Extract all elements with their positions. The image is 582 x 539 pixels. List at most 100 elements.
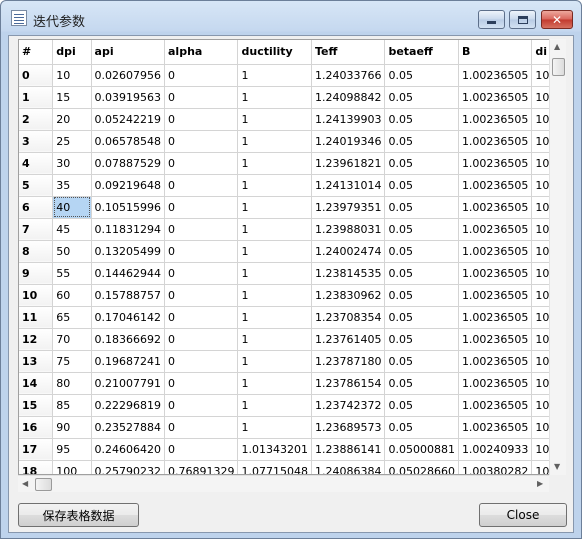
column-header-0[interactable]: # bbox=[19, 40, 54, 65]
row-header[interactable]: 4 bbox=[19, 152, 54, 175]
table-cell[interactable]: 1 bbox=[237, 218, 312, 241]
table-cell[interactable]: 1.24019346 bbox=[311, 130, 386, 153]
table-cell[interactable]: 75 bbox=[52, 350, 92, 373]
column-header-3[interactable]: alpha bbox=[164, 40, 239, 65]
scroll-down-icon[interactable]: ▼ bbox=[554, 463, 560, 471]
maximize-button[interactable] bbox=[509, 10, 536, 29]
row-header[interactable]: 6 bbox=[19, 196, 54, 219]
table-cell[interactable]: 1.00240933 bbox=[458, 438, 533, 461]
table-cell[interactable]: 1.23830962 bbox=[311, 284, 386, 307]
table-cell[interactable]: 0.09219648 bbox=[91, 174, 166, 197]
row-header[interactable]: 13 bbox=[19, 350, 54, 373]
table-cell[interactable]: 0 bbox=[164, 218, 239, 241]
table-cell[interactable]: 1.00236505 bbox=[458, 328, 533, 351]
table-cell[interactable]: 1 bbox=[237, 350, 312, 373]
row-header[interactable]: 12 bbox=[19, 328, 54, 351]
row-header[interactable]: 5 bbox=[19, 174, 54, 197]
table-cell[interactable]: 1.00236505 bbox=[458, 262, 533, 285]
row-header[interactable]: 18 bbox=[19, 460, 54, 474]
table-cell[interactable]: 1.00236505 bbox=[458, 86, 533, 109]
table-cell[interactable]: 1 bbox=[237, 152, 312, 175]
table-cell[interactable]: 95 bbox=[52, 438, 92, 461]
table-cell[interactable]: 0.05000881 bbox=[384, 438, 459, 461]
table-cell[interactable]: 0.02607956 bbox=[91, 64, 166, 87]
row-header[interactable]: 15 bbox=[19, 394, 54, 417]
table-cell[interactable]: 1 bbox=[237, 306, 312, 329]
table-cell[interactable]: 0 bbox=[164, 394, 239, 417]
table-cell[interactable]: 0.05 bbox=[384, 416, 459, 439]
table-cell[interactable]: 1.24033766 bbox=[311, 64, 386, 87]
table-cell[interactable]: 60 bbox=[52, 284, 92, 307]
table-cell[interactable]: 1.00236505 bbox=[458, 64, 533, 87]
table-cell[interactable]: 0 bbox=[164, 108, 239, 131]
table-cell[interactable]: 1.23787180 bbox=[311, 350, 386, 373]
save-table-button[interactable]: 保存表格数据 bbox=[18, 503, 139, 527]
table-cell[interactable]: 0.21007791 bbox=[91, 372, 166, 395]
table-cell[interactable]: 85 bbox=[52, 394, 92, 417]
row-header[interactable]: 11 bbox=[19, 306, 54, 329]
column-header-5[interactable]: Teff bbox=[311, 40, 386, 65]
row-header[interactable]: 1 bbox=[19, 86, 54, 109]
table-cell[interactable]: 1.00236505 bbox=[458, 350, 533, 373]
table-cell[interactable]: 50 bbox=[52, 240, 92, 263]
table-cell[interactable]: 1 bbox=[237, 372, 312, 395]
table-cell[interactable]: 1.24002474 bbox=[311, 240, 386, 263]
table-cell[interactable]: 1.01343201 bbox=[237, 438, 312, 461]
table-cell[interactable]: 1.07715048 bbox=[237, 460, 312, 474]
row-header[interactable]: 16 bbox=[19, 416, 54, 439]
table-cell[interactable]: 0 bbox=[164, 306, 239, 329]
table-cell[interactable]: 0 bbox=[164, 152, 239, 175]
table-cell[interactable]: 0 bbox=[164, 416, 239, 439]
table-cell[interactable]: 10 bbox=[52, 64, 92, 87]
table-cell[interactable]: 55 bbox=[52, 262, 92, 285]
table-cell[interactable]: 0 bbox=[164, 86, 239, 109]
table-cell[interactable]: 1.00236505 bbox=[458, 196, 533, 219]
table-cell[interactable]: 1.23786154 bbox=[311, 372, 386, 395]
table-cell[interactable]: 25 bbox=[52, 130, 92, 153]
row-header[interactable]: 14 bbox=[19, 372, 54, 395]
horizontal-scroll-thumb[interactable] bbox=[35, 478, 52, 491]
table-cell[interactable]: 1.00236505 bbox=[458, 284, 533, 307]
table-cell[interactable]: 1.00236505 bbox=[458, 174, 533, 197]
table-cell[interactable]: 0.19687241 bbox=[91, 350, 166, 373]
table-cell[interactable]: 0.14462944 bbox=[91, 262, 166, 285]
row-header[interactable]: 9 bbox=[19, 262, 54, 285]
table-cell[interactable]: 0.05 bbox=[384, 306, 459, 329]
table-cell[interactable]: 0.05 bbox=[384, 196, 459, 219]
table-cell[interactable]: 0 bbox=[164, 372, 239, 395]
vertical-scroll-thumb[interactable] bbox=[552, 58, 565, 76]
table-cell[interactable]: 0.05 bbox=[384, 64, 459, 87]
column-header-1[interactable]: dpi bbox=[52, 40, 92, 65]
table-cell[interactable]: 1.00236505 bbox=[458, 394, 533, 417]
table-cell[interactable]: 0.05 bbox=[384, 372, 459, 395]
table-cell[interactable]: 1 bbox=[237, 86, 312, 109]
table-cell[interactable]: 0.10515996 bbox=[91, 196, 166, 219]
table-cell[interactable]: 1.23961821 bbox=[311, 152, 386, 175]
table-cell[interactable]: 1.00236505 bbox=[458, 416, 533, 439]
table-cell[interactable]: 1 bbox=[237, 196, 312, 219]
table-cell[interactable]: 0 bbox=[164, 262, 239, 285]
table-cell[interactable]: 0.15788757 bbox=[91, 284, 166, 307]
table-cell[interactable]: 0.05 bbox=[384, 262, 459, 285]
table-cell[interactable]: 0.18366692 bbox=[91, 328, 166, 351]
table-cell[interactable]: 0 bbox=[164, 284, 239, 307]
table-cell[interactable]: 0.05 bbox=[384, 350, 459, 373]
table-cell[interactable]: 1 bbox=[237, 64, 312, 87]
table-cell[interactable]: 0.06578548 bbox=[91, 130, 166, 153]
table-cell[interactable]: 0 bbox=[164, 240, 239, 263]
data-grid[interactable]: # dpi api alpha ductility Teff betaeff Bdi 0 10 0… bbox=[18, 39, 557, 475]
table-cell[interactable]: 0.76891329 bbox=[164, 460, 239, 474]
table-cell[interactable]: 0 bbox=[164, 350, 239, 373]
table-cell[interactable]: 0 bbox=[164, 174, 239, 197]
horizontal-scrollbar[interactable]: ◀ ▶ bbox=[18, 475, 549, 492]
table-cell[interactable]: 1.23979351 bbox=[311, 196, 386, 219]
table-cell[interactable]: 0.13205499 bbox=[91, 240, 166, 263]
table-cell[interactable]: 45 bbox=[52, 218, 92, 241]
scroll-right-icon[interactable]: ▶ bbox=[537, 480, 543, 488]
table-cell[interactable]: 35 bbox=[52, 174, 92, 197]
row-header[interactable]: 7 bbox=[19, 218, 54, 241]
table-cell[interactable]: 0.07887529 bbox=[91, 152, 166, 175]
table-cell[interactable]: 0.05 bbox=[384, 108, 459, 131]
table-cell[interactable]: 1.23742372 bbox=[311, 394, 386, 417]
scroll-up-icon[interactable]: ▲ bbox=[554, 43, 560, 51]
